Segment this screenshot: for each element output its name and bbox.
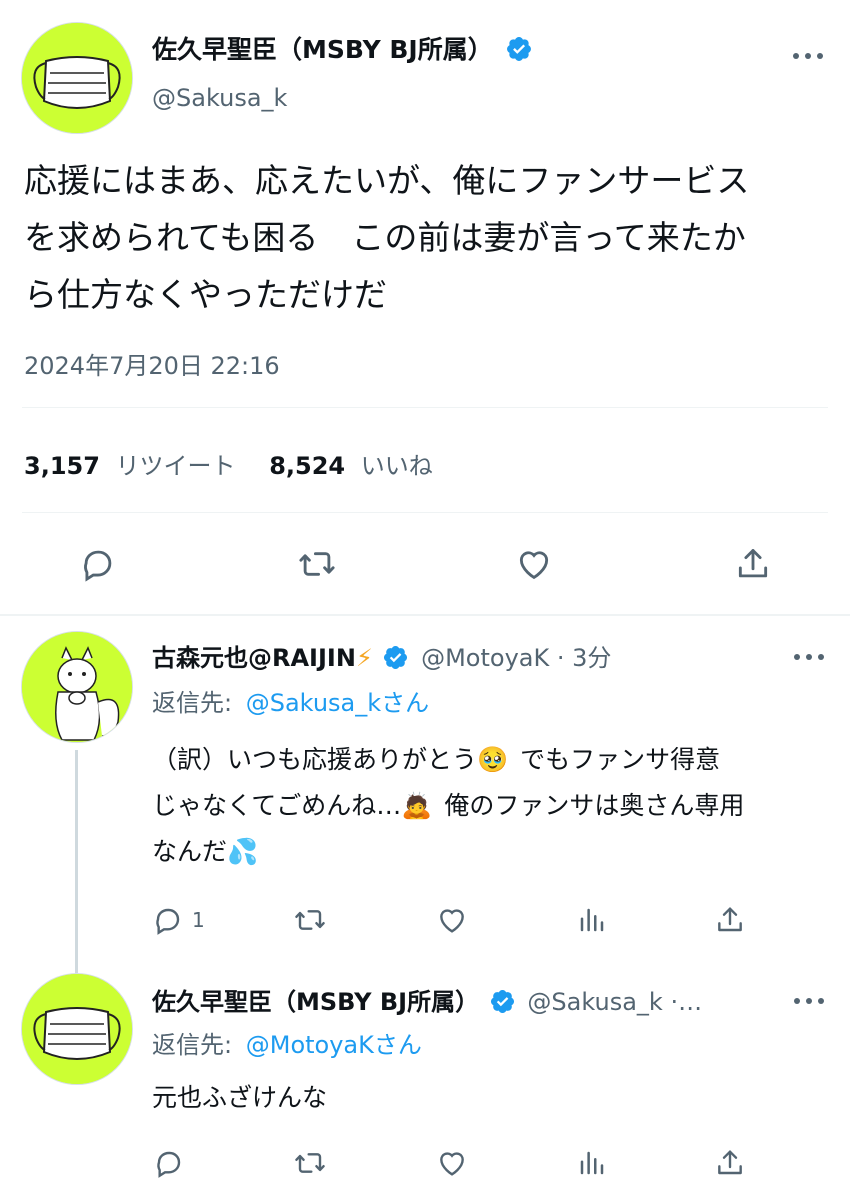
reply1-reply-button[interactable]: 1 [152, 903, 205, 937]
bowing-emoji: 🙇 [401, 791, 433, 820]
divider [22, 512, 828, 513]
reply1-handle[interactable]: @MotoyaK [421, 644, 549, 672]
retweet-count[interactable]: 3,157 [24, 452, 100, 480]
reply1-avatar[interactable] [21, 631, 133, 743]
reply2-more-button[interactable] [792, 992, 826, 1004]
reply-count: 1 [192, 908, 205, 932]
views-icon [580, 908, 604, 932]
reply2-handle[interactable]: @Sakusa_k ·… [527, 988, 702, 1016]
retweet-icon [295, 910, 325, 930]
main-tweet-display-name[interactable]: 佐久早聖臣（MSBY BJ所属） [152, 30, 533, 66]
reply-to-handle-link[interactable]: @Sakusa_kさん [246, 689, 429, 717]
main-tweet-handle[interactable]: @Sakusa_k [152, 84, 287, 112]
lightning-emoji: ⚡ [355, 644, 373, 672]
thread-line [75, 750, 78, 975]
verified-badge-icon [384, 645, 408, 669]
reply-icon [84, 550, 112, 582]
divider [22, 407, 828, 408]
reply1-time[interactable]: 3分 [572, 644, 611, 672]
reply1-more-button[interactable] [792, 648, 826, 660]
verified-badge-icon [490, 989, 514, 1013]
reply2-reply-button[interactable] [152, 1146, 186, 1180]
reply2-views-button[interactable] [575, 1146, 609, 1180]
reply2-retweet-button[interactable] [292, 1146, 328, 1180]
reply2-avatar[interactable] [21, 973, 133, 1085]
reply2-like-button[interactable] [434, 1146, 470, 1180]
share-icon [718, 1150, 742, 1175]
reply1-header: 古森元也@RAIJIN⚡ @MotoyaK · 3分 [152, 638, 611, 673]
share-icon [718, 907, 742, 932]
reply-to-prefix: 返信先: [152, 1031, 233, 1059]
reply1-like-button[interactable] [434, 903, 470, 937]
reply1-retweet-button[interactable] [292, 903, 328, 937]
reply1-text-line: なんだ💦 [152, 837, 259, 866]
main-share-button[interactable] [732, 544, 774, 584]
main-tweet-timestamp[interactable]: 2024年7月20日 22:16 [24, 346, 280, 381]
main-tweet-text-line: 応援にはまあ、応えたいが、俺にファンサービス [24, 161, 750, 200]
more-icon [793, 53, 823, 59]
share-icon [738, 549, 768, 578]
heart-icon [440, 1152, 464, 1176]
main-tweet-text-line: ら仕方なくやっただけだ [24, 275, 387, 314]
reply1-text: （訳）いつも応援ありがとう🥹 でもファンサ得意 じゃなくてごめんね…🙇 俺のファンサ… [152, 737, 744, 875]
reply1-text-line: じゃなくてごめんね…🙇 俺のファンサは奥さん専用 [152, 791, 745, 820]
reply1-separator: · [556, 644, 565, 672]
more-icon [794, 654, 824, 660]
retweet-label[interactable]: リツイート [116, 452, 236, 480]
reply1-share-button[interactable] [712, 903, 748, 937]
main-tweet-stats: 3,157 リツイート 8,524 いいね [24, 446, 433, 481]
reply-icon [157, 1151, 181, 1178]
views-icon [580, 1151, 604, 1175]
reply-icon [156, 908, 180, 935]
sweat-droplets-emoji: 💦 [227, 837, 259, 866]
reply2-header: 佐久早聖臣（MSBY BJ所属） @Sakusa_k ·… [152, 982, 702, 1017]
reply-to-prefix: 返信先: [152, 689, 233, 717]
reply1-views-button[interactable] [575, 903, 609, 937]
main-tweet-more-button[interactable] [790, 48, 826, 62]
mask-avatar-icon [22, 23, 132, 133]
mask-avatar-icon [22, 974, 132, 1084]
heart-icon [519, 551, 549, 580]
pleading-face-emoji: 🥹 [477, 745, 509, 774]
reply1-display-name[interactable]: 古森元也@RAIJIN [152, 644, 356, 672]
main-reply-button[interactable] [78, 544, 118, 584]
reply1-text-line: （訳）いつも応援ありがとう🥹 でもファンサ得意 [152, 745, 721, 774]
like-label[interactable]: いいね [361, 452, 433, 480]
reply2-share-button[interactable] [712, 1146, 748, 1180]
squirrel-avatar-icon [22, 632, 132, 742]
more-icon [794, 998, 824, 1004]
reply1-reply-to: 返信先: @Sakusa_kさん [152, 683, 429, 718]
main-tweet-avatar[interactable] [21, 22, 133, 134]
verified-badge-icon [507, 37, 532, 61]
retweet-icon [295, 1153, 325, 1173]
main-tweet-text: 応援にはまあ、応えたいが、俺にファンサービス を求められても困る この前は妻が言… [24, 152, 749, 323]
retweet-icon [299, 552, 335, 576]
like-count[interactable]: 8,524 [269, 452, 345, 480]
divider [0, 614, 850, 616]
reply2-text: 元也ふざけんな [152, 1083, 328, 1112]
heart-icon [440, 909, 464, 933]
main-like-button[interactable] [513, 544, 555, 584]
reply-to-handle-link[interactable]: @MotoyaKさん [246, 1031, 422, 1059]
main-tweet-text-line: を求められても困る この前は妻が言って来たか [24, 218, 746, 257]
reply2-reply-to: 返信先: @MotoyaKさん [152, 1025, 422, 1060]
reply2-display-name[interactable]: 佐久早聖臣（MSBY BJ所属） [152, 988, 479, 1016]
main-retweet-button[interactable] [296, 544, 338, 584]
